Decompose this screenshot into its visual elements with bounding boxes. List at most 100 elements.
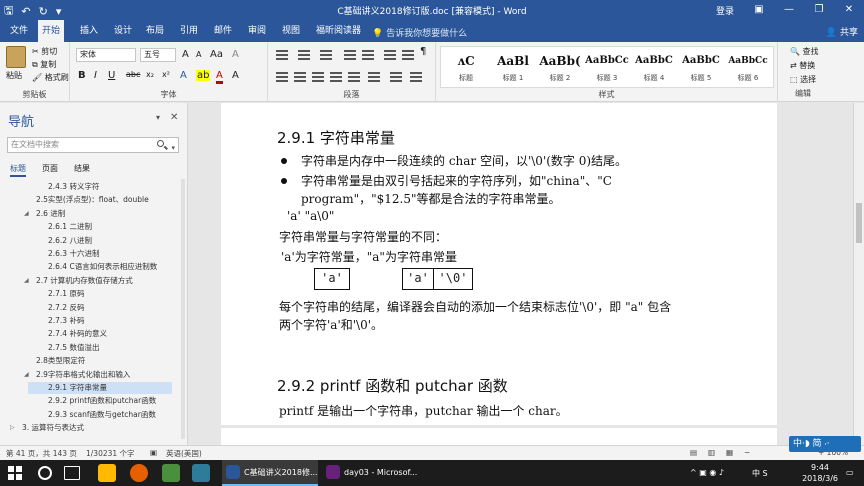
nav-heading-item[interactable]: 2.6.2 八进制: [0, 235, 180, 247]
firefox-icon[interactable]: [130, 464, 148, 482]
search-taskbar-icon[interactable]: [38, 466, 52, 480]
document-scrollbar[interactable]: [853, 103, 864, 445]
multilevel-list-icon[interactable]: [320, 50, 332, 60]
tab-layout[interactable]: 布局: [142, 20, 168, 42]
tab-foxit[interactable]: 福昕阅读器: [312, 20, 365, 42]
paste-button[interactable]: 粘贴: [6, 70, 22, 81]
numbering-icon[interactable]: [298, 50, 310, 60]
tell-me-box[interactable]: 💡 告诉我你想要做什么: [372, 26, 467, 39]
chinese-layout-icon[interactable]: [384, 50, 396, 60]
nav-tab-pages[interactable]: 页面: [42, 163, 58, 177]
nav-heading-item[interactable]: 2.7.1 原码: [0, 288, 180, 300]
print-layout-icon[interactable]: ▥: [708, 448, 715, 457]
tab-design[interactable]: 设计: [110, 20, 136, 42]
copy-button[interactable]: ⧉ 复制: [32, 59, 56, 70]
highlight-icon[interactable]: ab: [196, 70, 211, 81]
page-count[interactable]: 第 41 页，共 143 页: [6, 448, 77, 459]
nav-heading-item[interactable]: 2.7.4 补码的意义: [0, 328, 180, 340]
nav-tab-results[interactable]: 结果: [74, 163, 90, 177]
taskbar-visual-studio[interactable]: day03 - Microsof...: [322, 460, 418, 486]
expand-arrow-icon[interactable]: ◢: [24, 369, 29, 381]
tab-mailings[interactable]: 邮件: [210, 20, 236, 42]
paste-icon[interactable]: [6, 46, 26, 68]
font-color-icon[interactable]: A: [216, 70, 223, 84]
share-button[interactable]: 👤 共享: [826, 25, 858, 38]
subscript-button[interactable]: x₂: [146, 70, 154, 79]
tab-insert[interactable]: 插入: [76, 20, 102, 42]
nav-heading-item[interactable]: 2.6.3 十六进制: [0, 248, 180, 260]
tab-file[interactable]: 文件: [6, 20, 32, 42]
tray-icons[interactable]: ^ ▣ ◉ ♪: [690, 468, 724, 477]
nav-tab-headings[interactable]: 标题: [10, 163, 26, 177]
document-scroll-thumb[interactable]: [856, 203, 862, 243]
font-size-select[interactable]: 五号: [140, 48, 176, 62]
nav-heading-item[interactable]: 2.6.4 C语言如何表示相应进制数: [0, 261, 180, 273]
format-painter-button[interactable]: 🖌 格式刷: [32, 72, 69, 83]
underline-button[interactable]: U: [108, 70, 115, 81]
minimize-button[interactable]: —: [774, 0, 804, 20]
char-shading-icon[interactable]: A: [232, 70, 239, 81]
zoom-out-icon[interactable]: −: [744, 448, 750, 457]
file-explorer-icon[interactable]: [98, 464, 116, 482]
nav-close-icon[interactable]: ✕: [170, 112, 178, 123]
nav-heading-item[interactable]: 2.7.2 反码: [0, 302, 180, 314]
tray-ime[interactable]: 中 S: [752, 468, 768, 479]
sort-icon[interactable]: [402, 50, 414, 60]
clear-format-button[interactable]: A: [232, 49, 239, 60]
text-effects-icon[interactable]: A: [180, 70, 187, 81]
search-options-icon[interactable]: ▾: [171, 141, 175, 155]
nav-heading-item[interactable]: 2.7.3 补码: [0, 315, 180, 327]
app-icon-green[interactable]: [162, 464, 180, 482]
search-icon[interactable]: [157, 140, 164, 147]
distributed-icon[interactable]: [348, 72, 360, 82]
maximize-button[interactable]: ❐: [804, 0, 834, 20]
nav-heading-item[interactable]: ▷ 3. 运算符与表达式: [0, 422, 180, 434]
nav-heading-item[interactable]: ◢ 2.7 计算机内存数值存储方式: [0, 275, 180, 287]
nav-heading-item[interactable]: 2.5实型(浮点型)：float、double: [0, 194, 180, 206]
nav-options-icon[interactable]: ▾: [156, 113, 160, 122]
grow-font-button[interactable]: A: [182, 49, 189, 60]
nav-heading-item[interactable]: 2.9.3 scanf函数与getchar函数: [0, 409, 180, 421]
nav-heading-item[interactable]: 2.7.5 数值溢出: [0, 342, 180, 354]
replace-button[interactable]: ⇄ 替换: [790, 60, 815, 71]
taskbar-word[interactable]: C基础讲义2018修...: [222, 460, 318, 486]
notification-icon[interactable]: ▭: [846, 468, 854, 477]
decrease-indent-icon[interactable]: [344, 50, 356, 60]
nav-heading-item[interactable]: ◢ 2.9字符串格式化输出和输入: [0, 369, 180, 381]
language-indicator[interactable]: 英语(美国): [166, 448, 202, 459]
nav-heading-item[interactable]: 2.9.1 字符串常量: [28, 382, 172, 394]
nav-heading-item[interactable]: ◢ 2.6 进制: [0, 208, 180, 220]
show-marks-icon[interactable]: ¶: [420, 46, 426, 57]
nav-heading-item[interactable]: 2.4.3 转义字符: [0, 181, 180, 193]
taskbar-clock[interactable]: 9:44 2018/3/6: [802, 462, 838, 484]
font-name-select[interactable]: 宋体: [76, 48, 136, 62]
increase-indent-icon[interactable]: [362, 50, 374, 60]
tab-review[interactable]: 审阅: [244, 20, 270, 42]
ime-toolbar[interactable]: 中·◗ 简 ⸳·: [789, 436, 861, 452]
justify-icon[interactable]: [330, 72, 342, 82]
login-link[interactable]: 登录: [716, 4, 734, 17]
tab-view[interactable]: 视图: [278, 20, 304, 42]
italic-button[interactable]: I: [94, 70, 97, 81]
align-right-icon[interactable]: [312, 72, 324, 82]
align-center-icon[interactable]: [294, 72, 306, 82]
ribbon-display-icon[interactable]: ▣: [744, 0, 774, 20]
nav-heading-item[interactable]: 2.6.1 二进制: [0, 221, 180, 233]
windows-start-icon[interactable]: [8, 466, 22, 480]
nav-heading-item[interactable]: 2.8类型限定符: [0, 355, 180, 367]
app-icon-teal[interactable]: [192, 464, 210, 482]
expand-arrow-icon[interactable]: ◢: [24, 208, 29, 220]
select-button[interactable]: ⬚ 选择: [790, 74, 816, 85]
tab-references[interactable]: 引用: [176, 20, 202, 42]
web-layout-icon[interactable]: ▦: [726, 448, 733, 457]
shading-icon[interactable]: [390, 72, 402, 82]
close-button[interactable]: ✕: [834, 0, 864, 20]
nav-search-input[interactable]: 在文档中搜索 ▾: [7, 137, 179, 153]
bold-button[interactable]: B: [78, 70, 86, 81]
cut-button[interactable]: ✂ 剪切: [32, 46, 57, 57]
word-count[interactable]: 1/30231 个字: [86, 448, 135, 459]
nav-scrollbar[interactable]: [181, 179, 185, 439]
tab-home[interactable]: 开始: [38, 20, 65, 42]
strikethrough-button[interactable]: abc: [126, 70, 140, 79]
nav-heading-item[interactable]: 2.9.2 printf函数和putchar函数: [0, 395, 180, 407]
